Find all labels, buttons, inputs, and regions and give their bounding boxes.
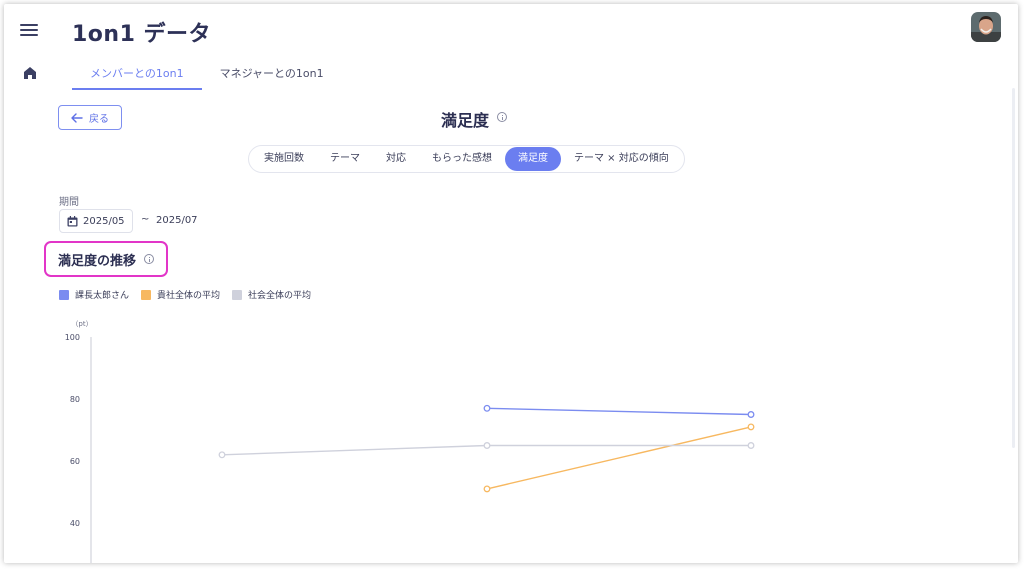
y-tick-label: 100: [65, 333, 80, 342]
info-icon[interactable]: [497, 112, 507, 122]
legend-item: 貴社全体の平均: [141, 288, 220, 301]
period-from-value: 2025/05: [83, 215, 125, 227]
page-title: 満足度: [441, 111, 490, 130]
top-tabs: メンバーとの1on1 マネジャーとの1on1: [72, 60, 342, 90]
legend-item: 社会全体の平均: [232, 288, 311, 301]
home-icon[interactable]: [23, 65, 39, 81]
data-point: [483, 485, 491, 493]
tab-member-1on1[interactable]: メンバーとの1on1: [72, 60, 202, 90]
legend-swatch: [59, 289, 69, 300]
y-tick-label: 60: [70, 457, 80, 466]
vertical-scrollbar[interactable]: [1012, 88, 1015, 448]
arrow-left-icon: [71, 112, 83, 123]
back-button-label: 戻る: [89, 114, 109, 125]
segment-theme[interactable]: テーマ: [317, 147, 373, 171]
app-title: 1on1 データ: [72, 22, 212, 47]
legend-item: 課長太郎さん: [59, 288, 129, 301]
hamburger-menu-icon[interactable]: [20, 22, 40, 38]
period-label: 期間: [59, 197, 79, 208]
data-point: [483, 442, 491, 449]
segment-satisfaction[interactable]: 満足度: [505, 147, 561, 171]
section-title: 満足度の推移: [58, 253, 137, 269]
info-icon[interactable]: [144, 254, 155, 264]
satisfaction-trend-heading: 満足度の推移: [44, 241, 169, 277]
data-point: [747, 423, 755, 431]
y-axis-unit-label: （pt）: [71, 320, 92, 328]
legend-swatch: [141, 289, 152, 300]
series-line-segment: [486, 407, 752, 416]
period-to-value[interactable]: 2025/07: [156, 215, 198, 226]
y-tick-label: 80: [70, 395, 80, 404]
chart-legend: 課長太郎さん 貴社全体の平均 社会全体の平均: [59, 288, 311, 301]
legend-label: 社会全体の平均: [248, 291, 312, 301]
period-separator: ~: [141, 214, 150, 225]
data-point: [218, 451, 226, 459]
data-point: [483, 404, 491, 412]
back-button[interactable]: 戻る: [58, 105, 122, 130]
segment-implementation-count[interactable]: 実施回数: [251, 147, 317, 171]
legend-label: 貴社全体の平均: [157, 291, 221, 301]
satisfaction-line-chart: （pt） 40 60 80 100: [65, 320, 755, 563]
data-point: [747, 411, 755, 418]
series-line-segment: [486, 426, 752, 490]
y-tick-label: 40: [70, 519, 80, 528]
series-line-segment: [221, 444, 488, 456]
app-window: 1on1 データ メンバーとの1on1 マネジャーとの1on1 戻る 満足度 実…: [4, 4, 1018, 563]
segment-response[interactable]: 対応: [373, 147, 419, 171]
user-avatar[interactable]: [971, 12, 1001, 42]
tab-manager-1on1[interactable]: マネジャーとの1on1: [202, 60, 342, 90]
calendar-icon: [67, 215, 78, 226]
metric-segmented-control: 実施回数 テーマ 対応 もらった感想 満足度 テーマ × 対応の傾向: [248, 145, 685, 173]
segment-feedback[interactable]: もらった感想: [419, 147, 505, 171]
data-point: [747, 442, 755, 449]
period-from-picker[interactable]: 2025/05: [59, 209, 133, 233]
segment-theme-response-trend[interactable]: テーマ × 対応の傾向: [561, 147, 682, 171]
legend-swatch: [232, 289, 243, 300]
legend-label: 課長太郎さん: [75, 291, 130, 301]
